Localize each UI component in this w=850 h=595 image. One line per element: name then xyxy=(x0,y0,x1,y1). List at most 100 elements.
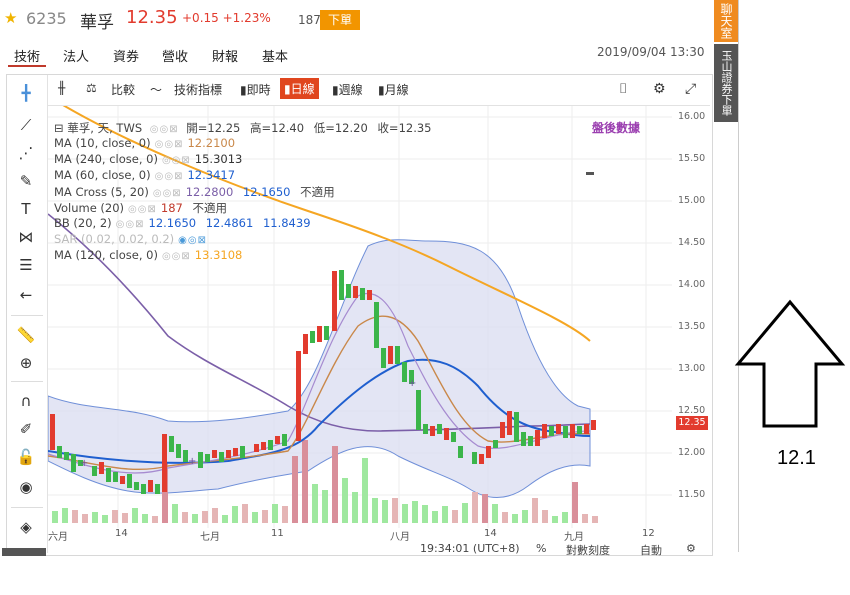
legend-buttons[interactable]: ◎◎⊠ xyxy=(162,251,191,262)
x-tick: 六月 xyxy=(48,532,68,543)
volume-value-1: 187 xyxy=(160,201,183,215)
legend-buttons[interactable]: ◎◎⊠ xyxy=(162,155,191,166)
trend-line-icon[interactable]: ⟋ xyxy=(16,115,36,135)
drawing-toolbar: ╋ ⟋ ⋰ ✎ T ⋈ ☰ ← 📏 ⊕ ∩ ✐ 🔓 ◉ ◈ xyxy=(7,75,48,553)
ma60-value: 12.3417 xyxy=(187,168,236,182)
ma10-label: MA (10, close, 0) xyxy=(54,136,151,150)
crosshair-icon[interactable]: ╋ xyxy=(16,83,36,103)
realtime-button[interactable]: ▮即時 xyxy=(240,81,271,98)
magnet-icon[interactable]: ∩ xyxy=(16,391,36,411)
legend-buttons[interactable]: ◎◎⊠ xyxy=(155,171,184,182)
ruler-icon[interactable]: 📏 xyxy=(16,325,36,345)
open-value: 開=12.25 xyxy=(186,121,241,135)
legend-buttons[interactable]: ◉◎⊠ xyxy=(178,235,207,246)
up-arrow-annotation xyxy=(734,299,846,428)
parallel-lines-icon[interactable]: ⋰ xyxy=(16,143,36,163)
y-tick: 14.50 xyxy=(678,237,706,248)
volume-value-2: 不適用 xyxy=(192,201,228,215)
x-tick: 七月 xyxy=(200,532,220,543)
pattern-icon[interactable]: ⋈ xyxy=(16,227,36,247)
compare-button[interactable]: 比較 xyxy=(111,81,135,98)
low-value: 低=12.20 xyxy=(313,121,368,135)
legend-macross: MA Cross (5, 20) ◎◎⊠ 12.2800 12.1650 不適用 xyxy=(54,184,335,200)
y-tick: 12.50 xyxy=(678,405,706,416)
auto-scale-button[interactable]: 自動 xyxy=(640,542,662,558)
x-tick: 八月 xyxy=(390,532,410,543)
post-market-data[interactable]: 盤後數據 xyxy=(592,119,640,136)
macross-label: MA Cross (5, 20) xyxy=(54,185,149,199)
bb-label: BB (20, 2) xyxy=(54,216,112,230)
tab-technical[interactable]: 技術 xyxy=(14,46,40,65)
daily-button[interactable]: ▮日線 xyxy=(280,78,319,99)
bb-value-3: 11.8439 xyxy=(262,216,311,230)
tab-financials[interactable]: 財報 xyxy=(212,46,238,65)
legend-buttons[interactable]: ◎◎⊠ xyxy=(116,219,145,230)
lock-icon[interactable]: 🔓 xyxy=(16,447,36,467)
legend-buttons[interactable]: ◎◎⊠ xyxy=(150,124,179,135)
y-tick: 15.50 xyxy=(678,153,706,164)
zoom-in-icon[interactable]: ⊕ xyxy=(16,353,36,373)
indicator-icon[interactable]: 〜 xyxy=(150,81,162,98)
camera-icon[interactable]: ⌷ xyxy=(619,81,627,97)
y-tick: 12.00 xyxy=(678,447,706,458)
candle-type-icon[interactable]: ╫ xyxy=(58,81,65,95)
legend-volume: Volume (20) ◎◎⊠ 187 不適用 xyxy=(54,200,227,216)
legend-bb: BB (20, 2) ◎◎⊠ 12.1650 12.4861 11.8439 xyxy=(54,216,311,230)
y-tick: 15.00 xyxy=(678,195,706,206)
minimize-marker[interactable] xyxy=(586,172,594,175)
ma10-value: 12.2100 xyxy=(187,136,236,150)
tab-revenue[interactable]: 營收 xyxy=(162,46,188,65)
stock-price: 12.35 xyxy=(126,7,178,28)
monthly-button[interactable]: ▮月線 xyxy=(378,81,409,98)
chart-status-bar: 19:34:01 (UTC+8) % 對數刻度 自動 ⚙ xyxy=(420,542,710,558)
weekly-button[interactable]: ▮週線 xyxy=(332,81,363,98)
legend-ma120: MA (120, close, 0) ◎◎⊠ 13.3108 xyxy=(54,248,242,262)
layers-icon[interactable]: ◈ xyxy=(16,517,36,537)
tab-institutional[interactable]: 法人 xyxy=(63,46,89,65)
order-button[interactable]: 下單 xyxy=(320,10,360,30)
indicators-button[interactable]: 技術指標 xyxy=(174,81,222,98)
back-arrow-icon[interactable]: ← xyxy=(16,285,36,305)
text-tool-icon[interactable]: T xyxy=(16,199,36,219)
chat-room-button[interactable]: 聊天室 xyxy=(714,0,738,42)
broker-order-button[interactable]: 玉山證券下單 xyxy=(714,44,738,122)
legend-ma60: MA (60, close, 0) ◎◎⊠ 12.3417 xyxy=(54,168,235,182)
date-axis: 六月 14 七月 11 八月 14 九月 12 xyxy=(48,528,672,543)
fib-icon[interactable]: ☰ xyxy=(16,255,36,275)
gear-icon[interactable]: ⚙ xyxy=(653,81,666,97)
ma120-value: 13.3108 xyxy=(194,248,243,262)
volume-label: Volume (20) xyxy=(54,201,125,215)
legend-main-label: 華孚, 天, TWS xyxy=(67,121,143,135)
y-tick: 13.50 xyxy=(678,321,706,332)
lock-drawing-icon[interactable]: ✐ xyxy=(16,419,36,439)
tool-separator xyxy=(11,381,43,382)
brush-icon[interactable]: ✎ xyxy=(16,171,36,191)
eye-icon[interactable]: ◉ xyxy=(16,477,36,497)
x-tick: 11 xyxy=(271,528,284,539)
settings-icon[interactable]: ⚙ xyxy=(686,542,696,555)
legend-main: ⊟ 華孚, 天, TWS ◎◎⊠ 開=12.25 高=12.40 低=12.20… xyxy=(54,120,432,136)
compare-icon[interactable]: ⚖ xyxy=(86,81,97,95)
quote-datetime: 2019/09/04 13:30 xyxy=(597,45,705,59)
legend-buttons[interactable]: ◎◎⊠ xyxy=(153,188,182,199)
panel-divider xyxy=(738,0,739,552)
log-scale-button[interactable]: 對數刻度 xyxy=(566,542,610,558)
x-tick: 九月 xyxy=(564,532,584,543)
collapse-icon[interactable]: ⊟ xyxy=(54,121,64,135)
tab-margin[interactable]: 資券 xyxy=(113,46,139,65)
macross-value-2: 12.1650 xyxy=(242,185,291,199)
favorite-star-icon[interactable]: ★ xyxy=(4,9,17,27)
ma120-label: MA (120, close, 0) xyxy=(54,248,158,262)
daily-label: 日線 xyxy=(290,82,315,96)
legend-buttons[interactable]: ◎◎⊠ xyxy=(155,139,184,150)
fullscreen-icon[interactable]: ⤢ xyxy=(685,81,696,97)
legend-buttons[interactable]: ◎◎⊠ xyxy=(128,204,157,215)
tools-scrollbar[interactable] xyxy=(2,548,46,556)
annotation-label: 12.1 xyxy=(777,447,816,469)
clock-text: 19:34:01 (UTC+8) xyxy=(420,542,520,555)
svg-text:+: + xyxy=(408,378,416,389)
y-tick: 16.00 xyxy=(678,111,706,122)
y-tick: 13.00 xyxy=(678,363,706,374)
percent-scale-button[interactable]: % xyxy=(536,542,546,555)
tab-basic[interactable]: 基本 xyxy=(262,46,288,65)
